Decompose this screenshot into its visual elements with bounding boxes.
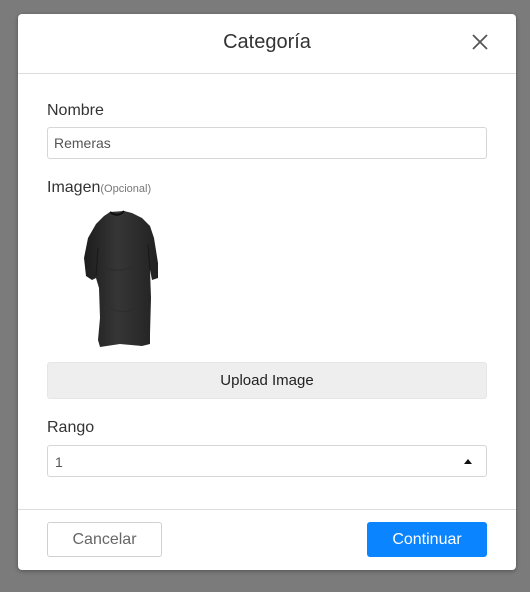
rank-select[interactable]: 1 xyxy=(47,445,487,477)
close-icon xyxy=(472,34,488,50)
name-input[interactable] xyxy=(47,127,487,159)
image-label: Imagen(Opcional) xyxy=(47,179,151,197)
modal-header: Categoría xyxy=(18,14,516,74)
category-modal: Categoría Nombre Imagen(Opcional) Upload… xyxy=(18,14,516,570)
image-label-text: Imagen xyxy=(47,179,101,196)
name-label: Nombre xyxy=(47,102,104,119)
continue-button[interactable]: Continuar xyxy=(367,522,487,557)
upload-image-button[interactable]: Upload Image xyxy=(47,362,487,399)
modal-footer: Cancelar Continuar xyxy=(18,509,516,570)
optional-hint: (Opcional) xyxy=(100,183,152,195)
rank-label: Rango xyxy=(47,419,95,436)
black-tshirt-image xyxy=(84,210,158,347)
page-backdrop: { "modal": { "title": "Categoría" }, "fo… xyxy=(0,0,530,592)
modal-title: Categoría xyxy=(223,31,311,53)
caret-up-icon xyxy=(464,459,472,464)
rank-select-value: 1 xyxy=(55,454,63,470)
cancel-button[interactable]: Cancelar xyxy=(47,522,162,557)
close-button[interactable] xyxy=(469,31,491,53)
